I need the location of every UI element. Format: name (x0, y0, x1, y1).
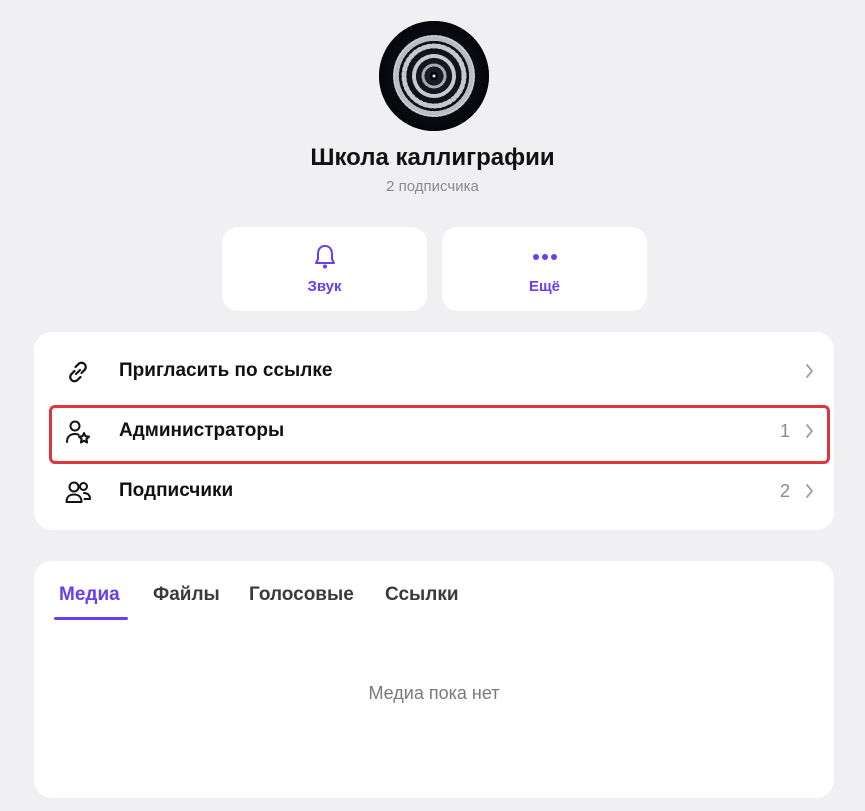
chevron-right-icon (805, 483, 814, 504)
admin-user-star-icon (64, 418, 92, 446)
invite-link-label: Пригласить по ссылке (119, 360, 333, 381)
more-button[interactable]: Ещё (442, 227, 647, 311)
channel-avatar[interactable] (379, 21, 489, 131)
chevron-right-icon (805, 363, 814, 384)
calligraphy-logo-icon (379, 21, 489, 131)
subscribers-count: 2 (779, 480, 790, 501)
more-dots-icon (532, 244, 558, 270)
tab-links[interactable]: Ссылки (385, 584, 459, 606)
tab-voice[interactable]: Голосовые (249, 584, 354, 606)
chevron-right-icon (805, 423, 814, 444)
empty-media-message: Медиа пока нет (368, 683, 500, 703)
more-button-label: Ещё (528, 277, 560, 295)
active-tab-indicator (54, 617, 128, 620)
subscriber-count: 2 подписчика (386, 178, 479, 195)
sound-button-label: Звук (307, 277, 342, 295)
channel-title: Школа каллиграфии (310, 144, 555, 171)
administrators-row[interactable]: Администраторы 1 (34, 401, 834, 461)
administrators-count: 1 (779, 420, 790, 441)
tab-files[interactable]: Файлы (153, 584, 220, 606)
subscribers-label: Подписчики (119, 480, 234, 501)
subscribers-row[interactable]: Подписчики 2 (34, 461, 834, 521)
channel-menu-card: Пригласить по ссылке Администраторы 1 По… (34, 332, 834, 530)
bell-icon (313, 244, 337, 270)
media-card: Медиа Файлы Голосовые Ссылки Медиа пока … (34, 561, 834, 798)
tab-media[interactable]: Медиа (59, 584, 120, 606)
sound-button[interactable]: Звук (222, 227, 427, 311)
link-icon (64, 358, 92, 386)
invite-link-row[interactable]: Пригласить по ссылке (34, 341, 834, 401)
users-icon (64, 478, 92, 506)
administrators-label: Администраторы (119, 420, 285, 441)
